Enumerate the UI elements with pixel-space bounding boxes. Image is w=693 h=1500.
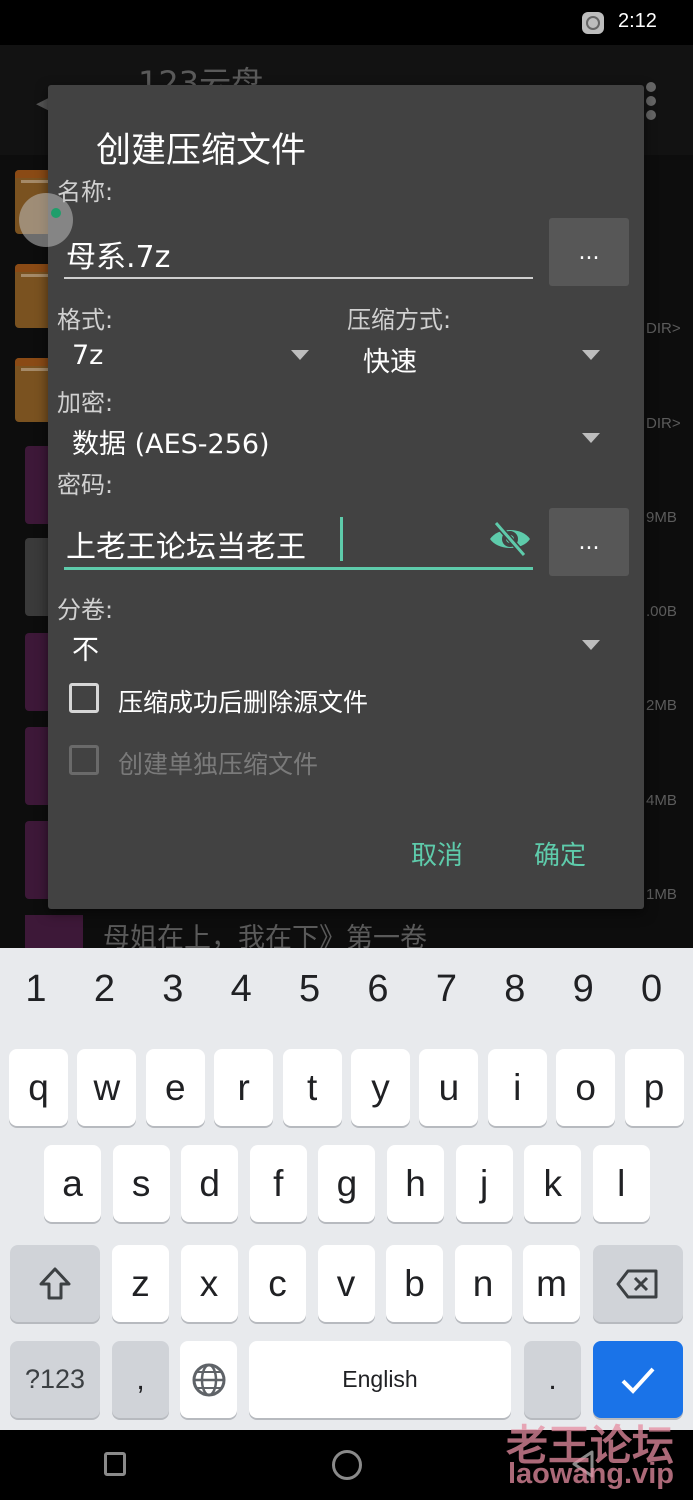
- encryption-dropdown-icon[interactable]: [582, 433, 600, 443]
- number-key-0[interactable]: 0: [632, 968, 672, 1011]
- watermark-url: laowang.vip: [508, 1458, 674, 1490]
- key-v[interactable]: v: [317, 1245, 375, 1322]
- checkmark-icon: [621, 1367, 655, 1394]
- name-input-underline: [64, 277, 533, 279]
- key-n[interactable]: n: [454, 1245, 512, 1322]
- visibility-off-icon[interactable]: [488, 521, 532, 561]
- key-a[interactable]: a: [44, 1145, 101, 1222]
- format-select[interactable]: 7z: [72, 340, 103, 371]
- number-key-5[interactable]: 5: [290, 968, 330, 1011]
- key-e[interactable]: e: [145, 1049, 205, 1126]
- encryption-label: 加密:: [57, 389, 114, 417]
- split-label: 分卷:: [57, 596, 114, 624]
- split-select[interactable]: 不: [72, 628, 99, 667]
- file-size: .00B: [646, 603, 677, 620]
- name-input[interactable]: 母系.7z: [66, 232, 170, 276]
- file-size: 1MB: [646, 886, 677, 903]
- key-i[interactable]: i: [487, 1049, 547, 1126]
- key-s[interactable]: s: [112, 1145, 170, 1222]
- key-f[interactable]: f: [249, 1145, 307, 1222]
- password-label: 密码:: [57, 471, 114, 499]
- file-size: DIR>: [646, 320, 681, 337]
- file-size: 4MB: [646, 792, 677, 809]
- number-key-2[interactable]: 2: [84, 968, 124, 1011]
- number-key-1[interactable]: 1: [16, 968, 56, 1011]
- key-u[interactable]: u: [419, 1049, 479, 1126]
- file-size: DIR>: [646, 415, 681, 432]
- encryption-select[interactable]: 数据 (AES-256): [72, 422, 270, 461]
- separate-archives-checkbox: [69, 745, 99, 775]
- format-label: 格式:: [57, 306, 114, 334]
- key-h[interactable]: h: [387, 1145, 444, 1222]
- floating-assistant-bubble[interactable]: [19, 193, 73, 247]
- status-dot-icon: [51, 208, 61, 218]
- key-z[interactable]: z: [112, 1245, 169, 1322]
- key-q[interactable]: q: [9, 1049, 68, 1126]
- overflow-menu-icon: [646, 82, 656, 92]
- separate-archives-label: 创建单独压缩文件: [118, 750, 319, 779]
- create-archive-dialog: [48, 85, 644, 909]
- key-x[interactable]: x: [180, 1245, 238, 1322]
- cancel-button[interactable]: 取消: [411, 835, 463, 872]
- shift-icon: [39, 1267, 71, 1299]
- delete-source-label[interactable]: 压缩成功后删除源文件: [118, 683, 368, 719]
- key-w[interactable]: w: [77, 1049, 137, 1126]
- key-r[interactable]: r: [214, 1049, 274, 1126]
- key-l[interactable]: l: [592, 1145, 650, 1222]
- password-input-underline: [64, 567, 533, 570]
- file-icon: [25, 915, 83, 950]
- app-notification-icon: [582, 12, 604, 34]
- key-b[interactable]: b: [386, 1245, 443, 1322]
- compression-label: 压缩方式:: [347, 306, 452, 334]
- password-options-button[interactable]: ...: [549, 508, 629, 576]
- number-key-4[interactable]: 4: [221, 968, 261, 1011]
- ok-button[interactable]: 确定: [534, 835, 586, 872]
- text-cursor: [340, 517, 343, 561]
- symbols-key[interactable]: ?123: [10, 1341, 100, 1418]
- file-size: 9MB: [646, 509, 677, 526]
- format-dropdown-icon[interactable]: [291, 350, 309, 360]
- period-key[interactable]: .: [524, 1341, 581, 1418]
- key-j[interactable]: j: [455, 1145, 513, 1222]
- number-key-8[interactable]: 8: [495, 968, 535, 1011]
- enter-key[interactable]: [593, 1341, 683, 1418]
- key-p[interactable]: p: [624, 1049, 684, 1126]
- number-key-9[interactable]: 9: [563, 968, 603, 1011]
- globe-icon: [192, 1363, 225, 1396]
- key-o[interactable]: o: [556, 1049, 616, 1126]
- number-key-3[interactable]: 3: [153, 968, 193, 1011]
- key-m[interactable]: m: [523, 1245, 580, 1322]
- backspace-icon: [616, 1269, 658, 1298]
- compression-dropdown-icon[interactable]: [582, 350, 600, 360]
- shift-key[interactable]: [10, 1245, 100, 1322]
- password-input[interactable]: 上老王论坛当老王: [66, 522, 306, 566]
- key-k[interactable]: k: [524, 1145, 582, 1222]
- dialog-title: 创建压缩文件: [96, 131, 307, 171]
- overflow-menu-icon-dot: [646, 96, 656, 106]
- compression-select[interactable]: 快速: [363, 340, 417, 379]
- file-size: 2MB: [646, 697, 677, 714]
- comma-key[interactable]: ,: [112, 1341, 169, 1418]
- split-dropdown-icon[interactable]: [582, 640, 600, 650]
- number-key-7[interactable]: 7: [426, 968, 466, 1011]
- key-g[interactable]: g: [318, 1145, 376, 1222]
- status-time: 2:12: [618, 10, 657, 32]
- recents-button[interactable]: [104, 1452, 126, 1476]
- key-t[interactable]: t: [282, 1049, 342, 1126]
- delete-source-checkbox[interactable]: [69, 683, 99, 713]
- key-d[interactable]: d: [181, 1145, 239, 1222]
- backspace-key[interactable]: [593, 1245, 683, 1322]
- home-button[interactable]: [332, 1450, 362, 1480]
- overflow-menu-icon-dot: [646, 110, 656, 120]
- key-y[interactable]: y: [351, 1049, 410, 1126]
- language-key[interactable]: [180, 1341, 237, 1418]
- key-c[interactable]: c: [249, 1245, 306, 1322]
- space-key[interactable]: English: [249, 1341, 511, 1418]
- number-key-6[interactable]: 6: [358, 968, 398, 1011]
- browse-path-button[interactable]: ...: [549, 218, 629, 286]
